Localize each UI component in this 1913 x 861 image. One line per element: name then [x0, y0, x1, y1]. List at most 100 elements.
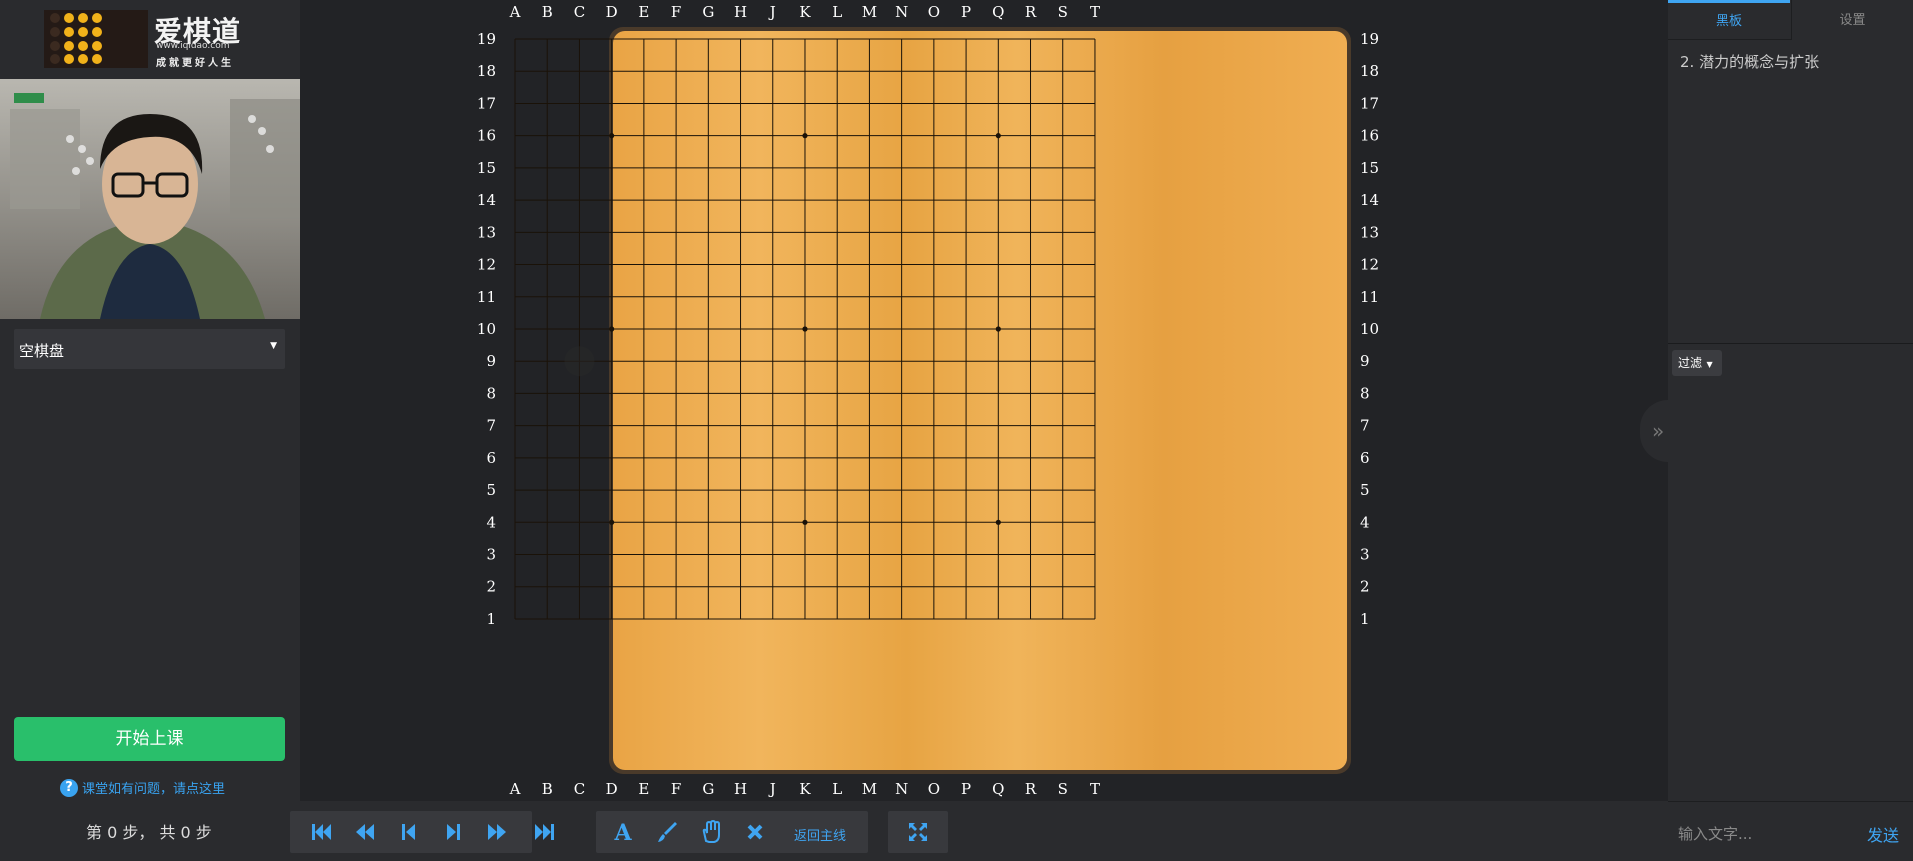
text-tool-icon[interactable]: A: [610, 819, 636, 846]
col-label-top: L: [832, 3, 842, 21]
first-move-icon[interactable]: [308, 819, 334, 845]
app: 爱棋道 www.iqidao.com 成就更好人生 空棋盘 ▼ 开始上课 ? 课…: [0, 0, 1913, 861]
tab-blackboard[interactable]: 黑板: [1668, 0, 1790, 40]
col-label-bottom: O: [928, 780, 940, 798]
col-label-bottom: L: [832, 780, 842, 798]
hover-stone-preview: [564, 346, 595, 377]
filter-label: 过滤: [1678, 356, 1703, 370]
col-label-bottom: K: [799, 780, 811, 798]
col-label-top: K: [799, 3, 811, 21]
col-label-bottom: G: [702, 780, 714, 798]
bottom-bar: 第 0 步， 共 0 步 A 返回主线: [0, 801, 1668, 861]
question-icon: ?: [60, 778, 78, 797]
row-label-right: 13: [1360, 223, 1379, 241]
row-label-left: 13: [477, 223, 496, 241]
star-point: [609, 326, 615, 332]
row-label-left: 7: [486, 417, 496, 435]
brush-icon[interactable]: [654, 819, 680, 845]
teacher-video: [0, 79, 300, 319]
row-label-left: 16: [477, 127, 496, 145]
double-chevron-right-icon: »: [1652, 419, 1665, 443]
fullscreen-icon[interactable]: [905, 819, 931, 845]
start-class-button[interactable]: 开始上课: [14, 717, 285, 761]
return-mainline-button[interactable]: 返回主线: [794, 825, 846, 844]
row-label-right: 16: [1360, 127, 1379, 145]
row-label-left: 17: [477, 94, 496, 112]
col-label-top: S: [1058, 3, 1068, 21]
board-area: A A B B C C D D E E F F G G H H J J K K L L M M N N O O P P Q Q R R S S T T 19…: [300, 0, 1668, 801]
col-label-bottom: C: [574, 780, 585, 798]
star-point: [995, 326, 1001, 332]
forward-many-icon[interactable]: [484, 819, 510, 845]
svg-text:A: A: [613, 820, 632, 845]
row-label-right: 7: [1360, 417, 1370, 435]
clear-icon[interactable]: [742, 819, 768, 845]
chat-input[interactable]: 输入文字...: [1678, 823, 1752, 844]
row-label-left: 12: [477, 256, 496, 274]
col-label-bottom: E: [638, 780, 649, 798]
col-label-top: C: [574, 3, 585, 21]
row-label-left: 10: [477, 320, 496, 338]
row-label-left: 14: [477, 191, 496, 209]
row-label-right: 19: [1360, 30, 1379, 48]
hand-icon[interactable]: [698, 819, 724, 845]
row-label-left: 5: [486, 481, 496, 499]
col-label-top: N: [895, 3, 908, 21]
row-label-right: 5: [1360, 481, 1370, 499]
col-label-bottom: R: [1025, 780, 1037, 798]
go-board[interactable]: AABBCCDDEEFFGGHHJJKKLLMMNNOOPPQQRRSSTT19…: [300, 0, 1668, 801]
move-navigation: [290, 811, 532, 853]
right-panel: 黑板 设置 2. 潜力的概念与扩张 过滤 ▼ 输入文字... 发送: [1668, 0, 1913, 861]
right-tabs: 黑板 设置: [1668, 0, 1913, 40]
next-move-icon[interactable]: [440, 819, 466, 845]
chat-input-bar: 输入文字... 发送: [1668, 801, 1913, 861]
row-label-left: 19: [477, 30, 496, 48]
help-link-label: 课堂如有问题，请点这里: [82, 782, 226, 797]
row-label-right: 4: [1360, 513, 1370, 531]
board-select[interactable]: 空棋盘 ▼: [14, 329, 285, 369]
logo-url: www.iqidao.com: [156, 41, 230, 51]
row-label-right: 8: [1360, 384, 1370, 402]
row-label-right: 6: [1360, 449, 1370, 467]
row-label-right: 15: [1360, 159, 1379, 177]
col-label-top: G: [702, 3, 714, 21]
caret-down-icon: ▼: [1704, 360, 1713, 369]
col-label-top: M: [862, 3, 877, 21]
lesson-title[interactable]: 2. 潜力的概念与扩张: [1680, 51, 1819, 72]
row-label-left: 15: [477, 159, 496, 177]
star-point: [995, 133, 1001, 139]
logo: 爱棋道 www.iqidao.com 成就更好人生: [0, 0, 300, 78]
step-counter: 第 0 步， 共 0 步: [86, 823, 212, 842]
col-label-bottom: F: [671, 780, 681, 798]
star-point: [802, 133, 808, 139]
row-label-left: 11: [477, 288, 496, 306]
tab-settings[interactable]: 设置: [1791, 0, 1913, 40]
row-label-right: 10: [1360, 320, 1379, 338]
drawing-tools: A 返回主线: [596, 811, 868, 853]
prev-move-icon[interactable]: [396, 819, 422, 845]
filter-dropdown[interactable]: 过滤 ▼: [1672, 350, 1722, 376]
send-button[interactable]: 发送: [1867, 822, 1899, 846]
last-move-icon[interactable]: [532, 819, 558, 845]
col-label-bottom: B: [542, 780, 553, 798]
row-label-right: 11: [1360, 288, 1379, 306]
row-label-left: 6: [486, 449, 496, 467]
col-label-top: R: [1025, 3, 1037, 21]
col-label-bottom: A: [509, 780, 521, 798]
row-label-left: 3: [486, 546, 496, 564]
star-point: [802, 519, 808, 525]
logo-mark: [44, 10, 148, 68]
col-label-top: D: [606, 3, 618, 21]
row-label-right: 12: [1360, 256, 1379, 274]
back-many-icon[interactable]: [352, 819, 378, 845]
col-label-top: P: [961, 3, 971, 21]
fullscreen-group: [888, 811, 948, 853]
divider: [1668, 343, 1913, 344]
row-label-right: 14: [1360, 191, 1379, 209]
star-point: [995, 519, 1001, 525]
col-label-bottom: N: [895, 780, 908, 798]
help-link[interactable]: ? 课堂如有问题，请点这里: [60, 778, 225, 800]
star-point: [609, 133, 615, 139]
row-label-left: 2: [486, 578, 496, 596]
star-point: [609, 519, 615, 525]
